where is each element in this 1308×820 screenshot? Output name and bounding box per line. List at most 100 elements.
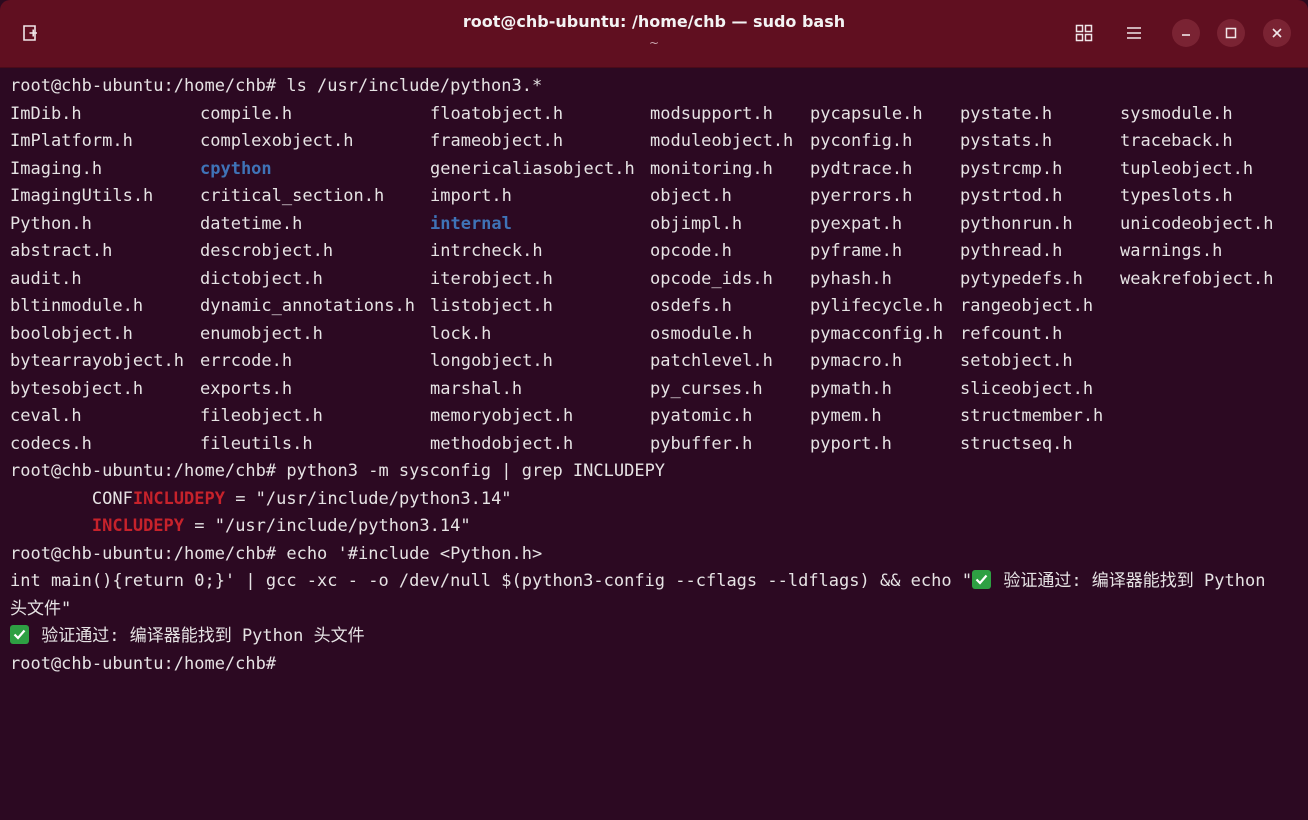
file-entry: patchlevel.h [650,351,773,371]
file-entry: fileobject.h [200,406,323,426]
file-entry: py_curses.h [650,378,763,399]
file-entry: pystate.h [960,103,1053,124]
file-entry: structseq.h [960,433,1073,454]
maximize-icon [1225,27,1237,39]
file-entry: monitoring.h [650,158,773,179]
file-entry: pymath.h [810,378,892,399]
file-entry: warnings.h [1120,241,1223,261]
file-entry: abstract.h [10,241,113,261]
file-entry: structmember.h [960,406,1104,426]
file-entry: genericaliasobject.h [430,158,635,179]
file-entry: bltinmodule.h [10,296,144,316]
file-entry: pystats.h [960,131,1053,151]
ls-row: boolobject.h enumobject.h lock.h osmodule.h… [10,321,1300,349]
file-entry: pyframe.h [810,241,903,261]
file-entry: dictobject.h [200,268,323,289]
file-entry: pystrtod.h [960,186,1063,206]
command-text: ls /usr/include/python3.* [276,76,543,96]
command-text: python3 -m sysconfig | grep INCLUDEPY [276,461,666,481]
hamburger-icon [1127,27,1141,39]
tab-overview-button[interactable] [1071,20,1097,46]
file-entry: weakrefobject.h [1120,268,1274,289]
file-entry: complexobject.h [200,131,354,151]
file-entry: bytearrayobject.h [10,351,184,371]
file-entry: ceval.h [10,406,82,426]
file-entry: lock.h [430,323,492,344]
output-line: 验证通过: 编译器能找到 Python 头文件 [10,623,1300,651]
file-entry: opcode_ids.h [650,268,773,289]
file-entry: tupleobject.h [1120,158,1254,179]
check-mark-icon [10,625,29,644]
maximize-button[interactable] [1217,19,1245,47]
output-line: INCLUDEPY = "/usr/include/python3.14" [10,513,1300,541]
file-entry: pythonrun.h [960,213,1073,234]
window-subtitle: ~ [648,36,660,50]
file-entry: audit.h [10,268,82,289]
minimize-button[interactable] [1172,19,1200,47]
ls-row: bytesobject.h exports.h marshal.h py_curses… [10,376,1300,404]
file-entry: pymacconfig.h [810,323,944,344]
file-entry: osdefs.h [650,296,732,316]
close-button[interactable] [1263,19,1291,47]
grid-icon [1075,24,1093,42]
file-entry: frameobject.h [430,131,564,151]
file-entry: pytypedefs.h [960,268,1083,289]
ls-row: ceval.h fileobject.h memoryobject.h pyatomi… [10,403,1300,431]
ls-row: bytearrayobject.h errcode.h longobject.h pa… [10,348,1300,376]
file-entry: unicodeobject.h [1120,213,1274,234]
minimize-icon [1182,34,1190,36]
file-entry: pythread.h [960,241,1063,261]
prompt: root@chb-ubuntu:/home/chb# [10,76,277,96]
file-entry: bytesobject.h [10,378,144,399]
terminal-output[interactable]: root@chb-ubuntu:/home/chb# ls /usr/inclu… [10,73,1300,678]
file-entry: Python.h [10,213,92,234]
file-entry: pyerrors.h [810,186,913,206]
file-entry: pycapsule.h [810,103,923,124]
ls-row: audit.h dictobject.h iterobject.h opcode_id… [10,266,1300,294]
ls-row: ImagingUtils.h critical_section.h import.h… [10,183,1300,211]
menu-button[interactable] [1121,20,1147,46]
file-entry: critical_section.h [200,186,385,206]
ls-output: ImDib.h compile.h floatobject.h modsupport.… [10,101,1300,459]
file-entry: ImDib.h [10,103,82,124]
ls-row: Python.h datetime.h internal objimpl.h pyexp… [10,211,1300,239]
file-entry: boolobject.h [10,323,133,344]
file-entry: pyexpat.h [810,213,903,234]
file-entry: memoryobject.h [430,406,574,426]
file-entry: longobject.h [430,351,553,371]
file-entry: opcode.h [650,241,732,261]
command-text: 头文件" [10,598,72,619]
file-entry: pyconfig.h [810,131,913,151]
file-entry: traceback.h [1120,131,1233,151]
output-text: CONF [91,488,133,509]
close-icon [1272,28,1282,38]
command-text: int main(){return 0;}' | gcc -xc - -o /d… [10,571,973,591]
prompt: root@chb-ubuntu:/home/chb# [10,461,277,481]
file-entry: object.h [650,186,732,206]
file-entry: modsupport.h [650,103,773,124]
command-line: root@chb-ubuntu:/home/chb# echo '#includ… [10,541,1300,569]
file-entry: marshal.h [430,378,523,399]
file-entry: osmodule.h [650,323,753,344]
file-entry: rangeobject.h [960,296,1094,316]
command-line[interactable]: root@chb-ubuntu:/home/chb# [10,651,1300,679]
file-entry: pymem.h [810,406,882,426]
command-line: root@chb-ubuntu:/home/chb# ls /usr/inclu… [10,73,1300,101]
file-entry: dynamic_annotations.h [200,296,415,316]
file-entry: Imaging.h [10,158,103,179]
file-entry: pyhash.h [810,268,892,289]
window-title: root@chb-ubuntu: /home/chb — sudo bash [462,12,846,31]
ls-row: Imaging.h cpython genericaliasobject.h moni… [10,156,1300,184]
ls-row: bltinmodule.h dynamic_annotations.h listob… [10,293,1300,321]
file-entry: objimpl.h [650,213,743,234]
file-entry: methodobject.h [430,433,574,454]
file-entry: pystrcmp.h [960,158,1063,179]
command-text: echo '#include <Python.h> [276,543,543,564]
file-entry: compile.h [200,103,293,124]
command-line: root@chb-ubuntu:/home/chb# python3 -m sy… [10,458,1300,486]
file-entry: enumobject.h [200,323,323,344]
file-entry: pyatomic.h [650,406,753,426]
title-bar[interactable]: root@chb-ubuntu: /home/chb — sudo bash ~ [0,0,1308,68]
directory-entry: cpython [200,158,272,179]
